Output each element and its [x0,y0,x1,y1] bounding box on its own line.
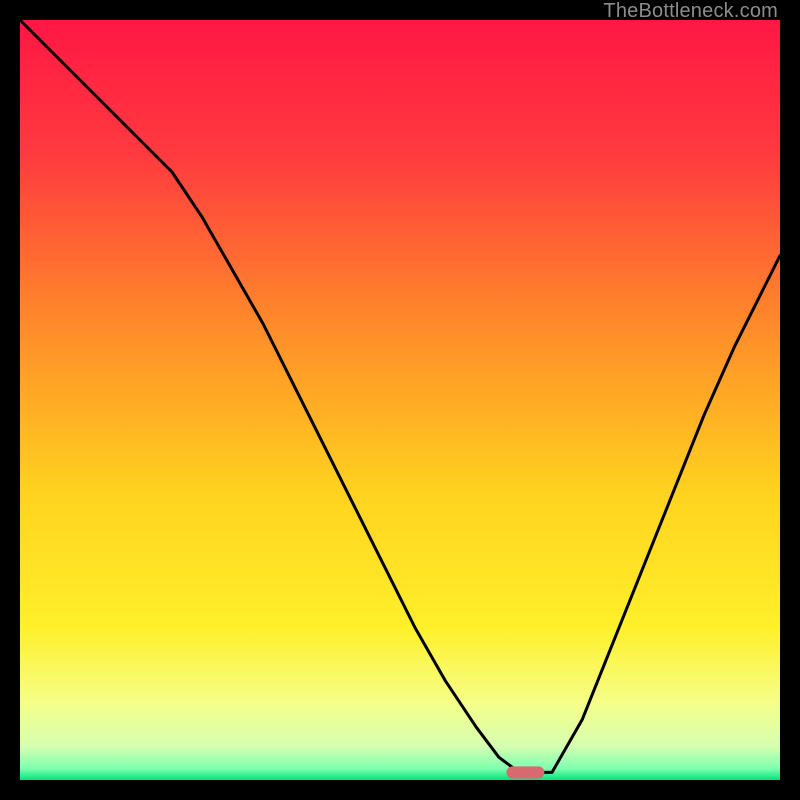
optimum-marker [506,766,544,778]
bottleneck-chart [20,20,780,780]
watermark-text: TheBottleneck.com [603,0,778,23]
